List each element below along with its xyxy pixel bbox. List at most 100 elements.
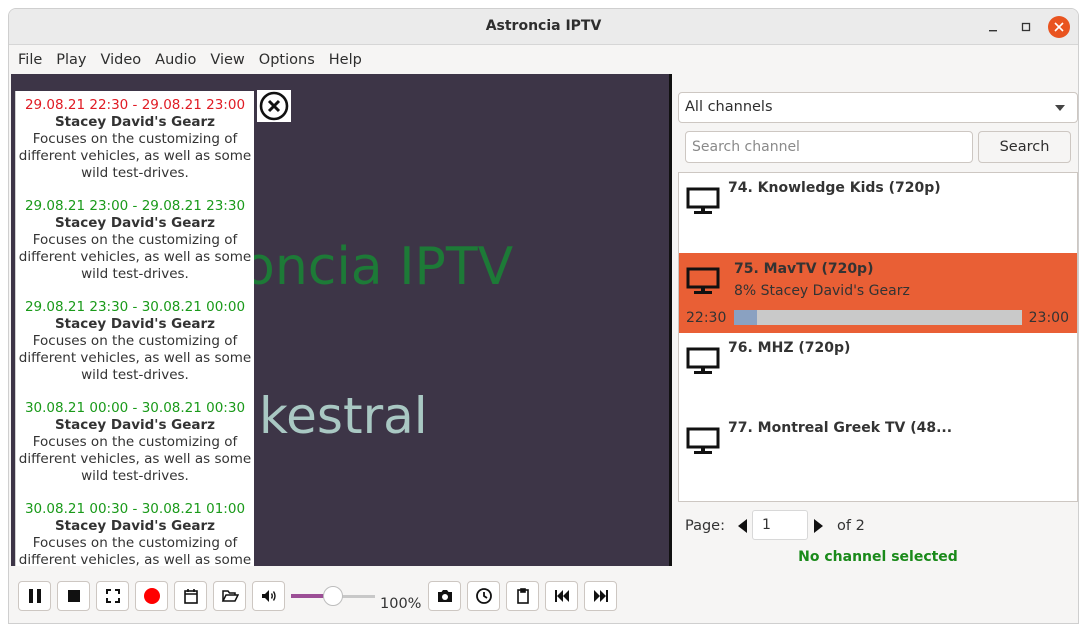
timer-button[interactable] [467, 581, 500, 611]
window-title: Astroncia IPTV [485, 18, 602, 34]
skip-next-icon [593, 590, 608, 602]
playback-toolbar: 100% [9, 566, 1078, 623]
menu-video[interactable]: Video [94, 52, 149, 68]
menu-bar: File Play Video Audio View Options Help [9, 45, 1078, 74]
app-window: Astroncia IPTV File Play Video Audio Vie… [8, 8, 1079, 624]
minimize-icon [989, 30, 997, 32]
channel-group-select[interactable]: All channels [678, 92, 1078, 123]
scheduler-button[interactable] [174, 581, 207, 611]
record-button[interactable] [135, 581, 168, 611]
menu-audio[interactable]: Audio [148, 52, 203, 68]
tv-icon [686, 347, 720, 374]
previous-channel-button[interactable] [545, 581, 578, 611]
volume-icon [261, 590, 276, 602]
mute-button[interactable] [252, 581, 285, 611]
clipboard-icon [516, 588, 529, 604]
epg-program-name: Stacey David's Gearz [54, 417, 216, 433]
channel-name: 74. Knowledge Kids (720p) [728, 180, 941, 196]
channel-name: 75. MavTV (720p) [734, 261, 874, 277]
status-text: No channel selected [798, 549, 958, 565]
channel-item[interactable]: 77. Montreal Greek TV (48... [679, 413, 1077, 493]
next-channel-button[interactable] [584, 581, 617, 611]
minimize-button[interactable] [982, 16, 1004, 38]
epg-description: Focuses on the customizing of different … [18, 535, 252, 566]
epg-program-name: Stacey David's Gearz [54, 316, 216, 332]
program-end-time: 23:00 [1028, 310, 1069, 326]
search-input[interactable] [685, 131, 973, 163]
epg-description: Focuses on the customizing of different … [18, 333, 252, 383]
chevron-down-icon [1055, 105, 1065, 111]
pause-button[interactable] [18, 581, 51, 611]
tv-icon [686, 187, 720, 214]
menu-help[interactable]: Help [322, 52, 369, 68]
epg-item: 29.08.21 23:00 - 29.08.21 23:30 Stacey D… [16, 192, 254, 293]
channel-item-selected[interactable]: 75. MavTV (720p) 8% Stacey David's Gearz… [679, 253, 1077, 333]
clock-icon [475, 588, 492, 604]
channel-name: 77. Montreal Greek TV (48... [728, 420, 953, 436]
pager-label: Page: [685, 518, 725, 534]
screenshot-button[interactable] [428, 581, 461, 611]
stop-icon [67, 590, 80, 602]
fullscreen-button[interactable] [96, 581, 129, 611]
panel-splitter[interactable] [669, 74, 672, 566]
maximize-icon [1021, 22, 1031, 32]
epg-item: 30.08.21 00:00 - 30.08.21 00:30 Stacey D… [16, 394, 254, 495]
volume-knob[interactable] [323, 586, 343, 606]
camera-icon [437, 590, 452, 602]
record-icon [143, 588, 160, 604]
channel-item[interactable]: 76. MHZ (720p) [679, 333, 1077, 413]
calendar-icon [183, 589, 198, 604]
arrow-left-icon [737, 519, 747, 533]
epg-item: 29.08.21 22:30 - 29.08.21 23:00 Stacey D… [16, 91, 254, 192]
volume-percent: 100% [380, 596, 422, 612]
menu-file[interactable]: File [11, 52, 49, 68]
search-button[interactable]: Search [978, 131, 1071, 163]
page-number-input[interactable] [752, 510, 808, 540]
epg-description: Focuses on the customizing of different … [18, 232, 252, 282]
tv-icon [686, 427, 720, 454]
menu-view[interactable]: View [203, 52, 251, 68]
menu-options[interactable]: Options [252, 52, 322, 68]
epg-program-name: Stacey David's Gearz [54, 518, 216, 534]
epg-time: 30.08.21 00:30 - 30.08.21 01:00 [24, 501, 246, 517]
folder-icon [221, 590, 239, 602]
page-count: of 2 [837, 518, 865, 534]
skip-previous-icon [554, 590, 569, 602]
channel-name: 76. MHZ (720p) [728, 340, 851, 356]
channel-item[interactable]: 74. Knowledge Kids (720p) [679, 173, 1077, 253]
video-player[interactable]: oncia IPTV kestral 29.08.21 22:30 - 29.0… [11, 74, 669, 566]
program-progress-bar [734, 310, 1022, 325]
pause-icon [28, 589, 41, 603]
epg-program-name: Stacey David's Gearz [54, 114, 216, 130]
epg-description: Focuses on the customizing of different … [18, 131, 252, 181]
menu-play[interactable]: Play [49, 52, 93, 68]
close-window-button[interactable] [1048, 16, 1070, 38]
playlist-button[interactable] [506, 581, 539, 611]
channel-list[interactable]: 74. Knowledge Kids (720p) 75. MavTV (720… [678, 172, 1078, 502]
maximize-button[interactable] [1015, 16, 1037, 38]
program-start-time: 22:30 [686, 310, 727, 326]
epg-item: 29.08.21 23:30 - 30.08.21 00:00 Stacey D… [16, 293, 254, 394]
epg-program-name: Stacey David's Gearz [54, 215, 216, 231]
epg-time: 29.08.21 22:30 - 29.08.21 23:00 [24, 97, 246, 113]
channel-group-value: All channels [685, 99, 773, 115]
next-page-button[interactable] [811, 517, 825, 535]
program-progress-fill [734, 310, 758, 325]
video-overlay-text-1: oncia IPTV [243, 237, 514, 297]
close-icon [1054, 22, 1064, 32]
video-overlay-text-2: kestral [259, 387, 428, 445]
open-file-button[interactable] [213, 581, 246, 611]
prev-page-button[interactable] [735, 517, 749, 535]
epg-item: 30.08.21 00:30 - 30.08.21 01:00 Stacey D… [16, 495, 254, 566]
epg-panel[interactable]: 29.08.21 22:30 - 29.08.21 23:00 Stacey D… [15, 91, 254, 566]
fullscreen-icon [105, 589, 120, 603]
volume-slider[interactable] [291, 586, 375, 606]
epg-time: 30.08.21 00:00 - 30.08.21 00:30 [24, 400, 246, 416]
epg-close-button[interactable] [257, 90, 291, 122]
arrow-right-icon [813, 519, 823, 533]
epg-description: Focuses on the customizing of different … [18, 434, 252, 484]
stop-button[interactable] [57, 581, 90, 611]
channel-now-playing: 8% Stacey David's Gearz [734, 283, 910, 299]
tv-icon [686, 267, 720, 294]
circle-x-icon [259, 91, 289, 121]
